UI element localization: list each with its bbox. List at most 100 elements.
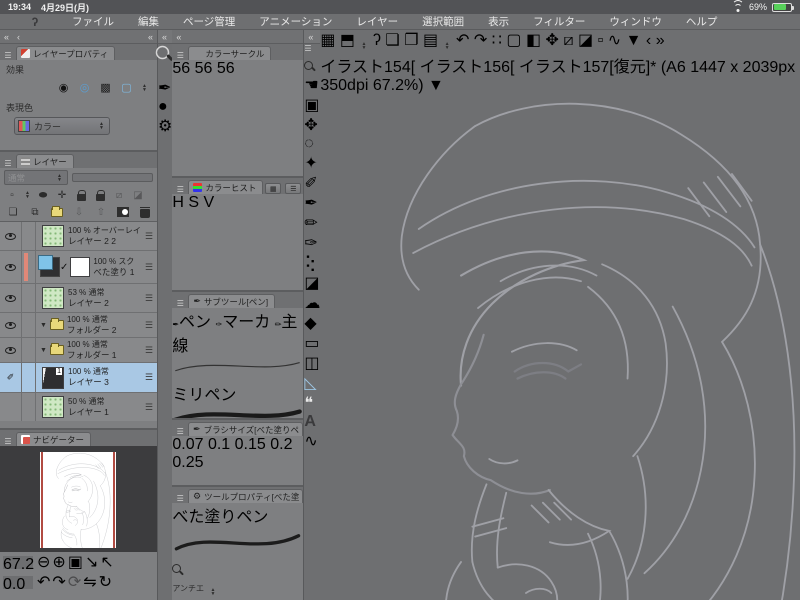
snap-grid-button[interactable]: ▫ xyxy=(598,32,604,49)
layer-handle[interactable]: ☰ xyxy=(143,402,155,413)
new-vector-layer-button[interactable]: ⧉ xyxy=(27,205,43,219)
transform-button[interactable]: ✥ xyxy=(546,32,559,49)
collapse-left-dock-button[interactable]: « xyxy=(4,32,9,42)
folder-expand-icon[interactable]: ▼ xyxy=(40,322,47,329)
tab-subtool[interactable]: ✒ サブツール[ペン] xyxy=(188,294,276,308)
command-dropdown[interactable]: ▼ xyxy=(626,32,642,49)
brush-size-cell[interactable]: 0.1 xyxy=(208,436,230,453)
menu-filter[interactable]: フィルター xyxy=(521,14,597,29)
set-ruler-icon[interactable]: ⧄ xyxy=(111,188,127,202)
layer-mask-button[interactable] xyxy=(115,205,131,219)
border-effect-icon[interactable]: ◉ xyxy=(56,80,71,95)
subtool-item[interactable]: ミリペン xyxy=(172,356,303,405)
tab-brush-size[interactable]: ✒ ブラシサイズ[べた塗りペ xyxy=(188,422,304,436)
menu-selection[interactable]: 選択範囲 xyxy=(410,14,476,29)
layer-color-icon[interactable]: ▢ xyxy=(119,80,134,95)
expression-color-stepper[interactable] xyxy=(97,119,106,133)
layer-thumbnail[interactable]: 1 xyxy=(42,366,64,389)
tool-eraser[interactable]: ◪ xyxy=(304,273,320,293)
effect-stepper[interactable] xyxy=(140,81,149,95)
canvas-tab[interactable]: イラスト156[ xyxy=(420,59,519,76)
layer-handle[interactable]: ☰ xyxy=(143,372,155,383)
fit-to-window-button[interactable]: ↘ xyxy=(85,552,98,572)
panel-menu-icon[interactable]: ☰ xyxy=(2,159,14,168)
rotate-left-button[interactable]: ↶ xyxy=(37,572,50,592)
lock-layer-icon[interactable] xyxy=(73,188,89,202)
screen-stepper[interactable] xyxy=(360,39,369,53)
panel-menu-icon[interactable]: ☰ xyxy=(2,437,14,446)
layer-folder-row[interactable]: ▼ 100 % 通常 フォルダー 1 ☰ xyxy=(0,338,157,363)
expand-right-button[interactable]: » xyxy=(656,32,665,49)
value-sort-button[interactable]: V xyxy=(203,194,214,211)
tool-blend[interactable]: ☁ xyxy=(304,293,320,313)
menu-help[interactable]: ヘルプ xyxy=(674,14,730,29)
tool-ruler[interactable]: ◺ xyxy=(304,373,320,393)
tool-frame-border[interactable]: ◫ xyxy=(304,353,320,373)
scroll-left-button[interactable]: ‹ xyxy=(646,32,651,49)
panel-menu-icon[interactable]: ☰ xyxy=(2,51,14,60)
layer-handle[interactable]: ☰ xyxy=(143,320,155,331)
layer-handle[interactable]: ☰ xyxy=(143,293,155,304)
anti-alias-stepper[interactable] xyxy=(208,585,217,599)
new-folder-button[interactable] xyxy=(49,205,65,219)
chevron-left-icon[interactable]: ‹ xyxy=(17,32,20,42)
layer-folder-row[interactable]: ▼ 100 % 通常 フォルダー 2 ☰ xyxy=(0,313,157,338)
mask-thumbnail[interactable] xyxy=(70,257,91,277)
merge-down-button[interactable]: ⇧ xyxy=(93,205,109,219)
dock-quick-access[interactable] xyxy=(155,44,172,78)
visibility-toggle[interactable]: ✐ xyxy=(0,363,22,392)
panel-menu-icon[interactable]: ☰ xyxy=(174,299,186,308)
visibility-toggle[interactable] xyxy=(0,284,22,312)
tool-auto-select[interactable]: ✦ xyxy=(304,153,320,173)
canvas-tab[interactable]: イラスト154[ xyxy=(320,59,419,76)
collapse-dock-button[interactable]: « xyxy=(162,32,167,42)
tool-pencil[interactable]: ✏ xyxy=(304,213,320,233)
flip-horizontal-button[interactable]: ⇋ xyxy=(83,572,96,592)
menu-view[interactable]: 表示 xyxy=(476,14,521,29)
tool-fill[interactable]: ◆ xyxy=(304,313,320,333)
threshold-stepper[interactable] xyxy=(23,188,32,202)
hue-sort-button[interactable]: H xyxy=(172,194,184,211)
actual-size-button[interactable]: ↖ xyxy=(100,552,113,572)
dock-subtool[interactable]: ✒ xyxy=(158,78,172,98)
canvas-page[interactable] xyxy=(320,95,800,600)
menu-file[interactable]: ファイル xyxy=(60,14,126,29)
magnifier-icon[interactable] xyxy=(172,564,182,574)
visibility-toggle[interactable] xyxy=(0,251,22,283)
dock-brush-size[interactable]: ● xyxy=(158,98,172,116)
tab-tool-property[interactable]: ⚙ ツールプロパティ[べた塗 xyxy=(188,489,304,503)
menu-page[interactable]: ページ管理 xyxy=(171,14,247,29)
rotate-right-button[interactable]: ↷ xyxy=(52,572,65,592)
open-file-button[interactable]: ❐ xyxy=(404,32,418,49)
collapse-color-dock-button[interactable]: « xyxy=(176,32,181,42)
folder-expand-icon[interactable]: ▼ xyxy=(40,347,47,354)
new-layer-button[interactable]: ❏ xyxy=(5,205,21,219)
panel-menu-icon[interactable]: ☰ xyxy=(174,51,186,60)
snap-ruler-button[interactable]: ⧄ xyxy=(563,32,573,49)
fill-selection-button[interactable]: ◧ xyxy=(526,32,541,49)
tool-selection[interactable]: ◌ xyxy=(304,135,320,153)
reset-rotation-button[interactable]: ⟳ xyxy=(68,572,81,592)
csp-home-button[interactable]: ʔ xyxy=(373,32,381,49)
layer-handle[interactable]: ☰ xyxy=(143,231,155,242)
csp-logo-icon[interactable]: ʔ xyxy=(28,15,42,29)
layer-thumbnail[interactable] xyxy=(42,287,64,309)
tab-list-dropdown[interactable]: ▼ xyxy=(428,77,444,94)
border-effect2-icon[interactable]: ◎ xyxy=(77,80,92,95)
saturation-sort-button[interactable]: S xyxy=(188,194,199,211)
visibility-toggle[interactable] xyxy=(0,393,22,421)
opacity-slider[interactable] xyxy=(72,173,153,182)
workspace-grid-button[interactable]: ▦ xyxy=(320,32,335,49)
layer-row[interactable]: 53 % 通常 レイヤー 2 ☰ xyxy=(0,284,157,313)
collapse-toolbar-button[interactable]: « xyxy=(308,32,313,42)
subtool-group-marker[interactable]: ✑マーカ xyxy=(216,314,271,331)
collapse-left2-button[interactable]: « xyxy=(148,32,153,42)
menu-window[interactable]: ウィンドウ xyxy=(597,14,674,29)
ruler-range-icon[interactable]: ◪ xyxy=(130,188,146,202)
clip-to-layer-icon[interactable]: ✛ xyxy=(54,188,70,202)
brush-size-cell[interactable]: 0.07 xyxy=(172,436,203,453)
zoom-out-button[interactable]: ⊖ xyxy=(37,552,50,572)
deselect-button[interactable]: ∷ xyxy=(492,32,502,49)
toggle-palette-button[interactable] xyxy=(448,79,461,90)
save-stepper[interactable] xyxy=(443,39,452,53)
